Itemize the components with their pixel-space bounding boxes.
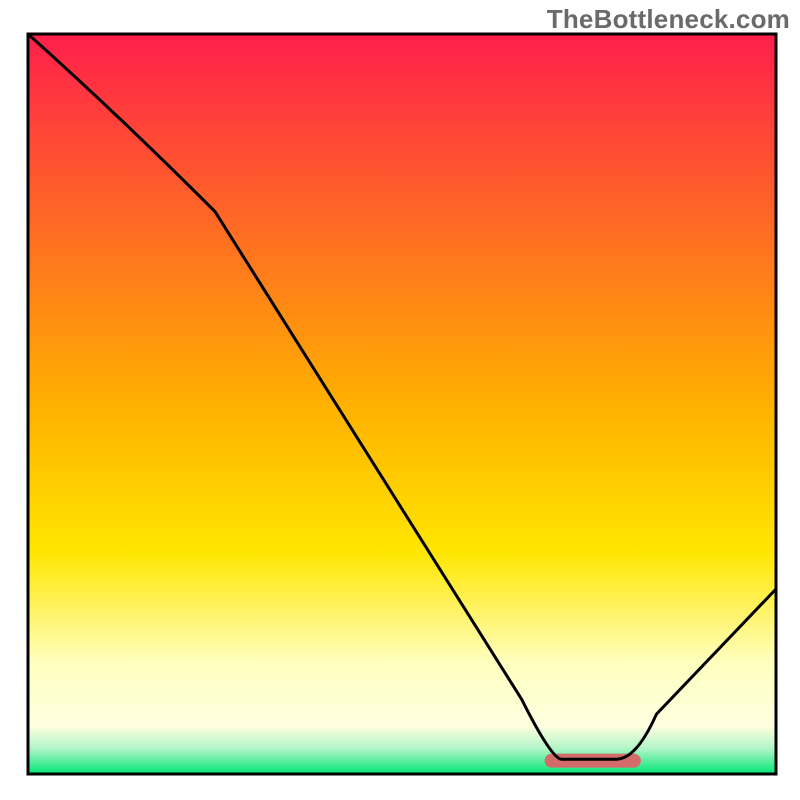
watermark: TheBottleneck.com <box>547 4 790 35</box>
chart-stage: TheBottleneck.com <box>0 0 800 800</box>
bottleneck-chart <box>0 0 800 800</box>
gradient-background <box>28 34 776 774</box>
